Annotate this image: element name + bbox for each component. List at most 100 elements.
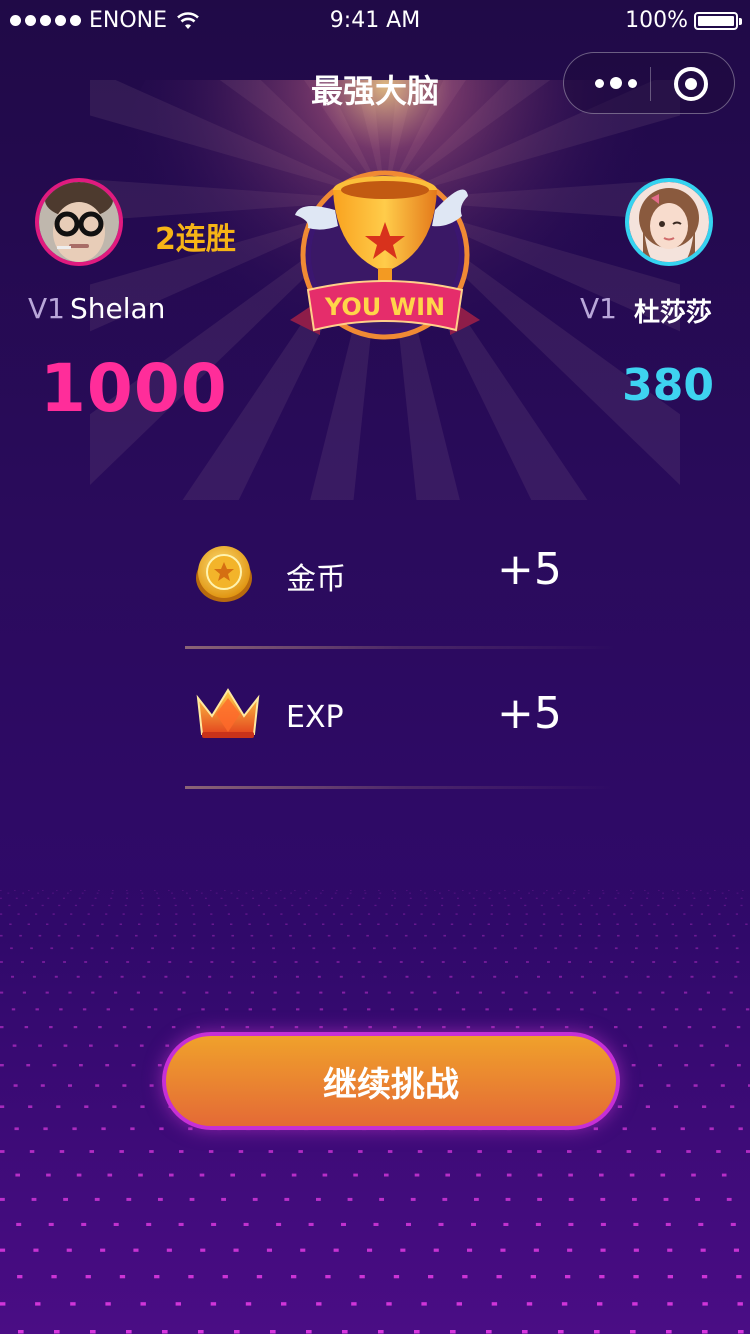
floor-dot — [661, 991, 665, 994]
floor-dot — [735, 913, 738, 915]
floor-dot — [490, 913, 493, 915]
floor-dot — [455, 913, 458, 915]
floor-dot — [91, 904, 94, 907]
floor-dot — [0, 934, 3, 937]
floor-dot — [598, 897, 601, 899]
floor-dot — [378, 897, 381, 899]
floor-dot — [245, 892, 248, 894]
floor-dot — [543, 892, 545, 894]
floor-dot — [238, 890, 240, 891]
floor-dot — [212, 934, 215, 937]
floor-dot — [428, 1275, 434, 1279]
floor-dot — [57, 934, 61, 937]
floor-dot — [317, 975, 321, 978]
floor-dot — [394, 897, 396, 899]
floor-dot — [56, 890, 58, 891]
floor-dot — [385, 913, 388, 915]
floor-dot — [334, 892, 337, 894]
floor-dot — [96, 892, 99, 894]
floor-dot — [188, 1127, 193, 1131]
floor-dot — [667, 1302, 673, 1306]
floor-dot — [100, 1248, 106, 1252]
floor-dot — [236, 897, 239, 899]
floor-dot — [500, 1248, 506, 1252]
floor-dot — [556, 1008, 560, 1011]
more-icon[interactable] — [586, 53, 646, 113]
floor-dot — [366, 934, 369, 937]
player1-score: 1000 — [40, 350, 228, 427]
floor-dot — [157, 1064, 162, 1067]
floor-dot — [350, 890, 352, 891]
floor-dot — [379, 1197, 384, 1201]
floor-dot — [211, 947, 215, 950]
floor-dot — [272, 947, 275, 950]
floor-dot — [275, 892, 278, 894]
floor-dot — [505, 961, 508, 963]
floor-dot — [82, 923, 86, 925]
floor-dot — [211, 923, 214, 925]
floor-dot — [567, 1150, 572, 1153]
floor-dot — [358, 1150, 363, 1153]
floor-dot — [483, 892, 486, 894]
floor-dot — [81, 1222, 87, 1226]
floor-dot — [407, 904, 410, 907]
coin-icon — [196, 546, 252, 602]
floor-dot — [690, 923, 693, 925]
floor-dot — [655, 947, 658, 950]
floor-dot — [560, 890, 562, 891]
floor-dot — [383, 975, 387, 978]
floor-dot — [648, 913, 651, 915]
floor-dot — [18, 1330, 24, 1334]
floor-dot — [158, 1197, 163, 1201]
player2-avatar — [625, 178, 713, 266]
floor-dot — [196, 890, 198, 891]
floor-dot — [285, 923, 288, 925]
player1-name: Shelan — [70, 292, 166, 325]
floor-dot — [42, 890, 44, 891]
floor-dot — [456, 991, 460, 994]
floor-dot — [461, 1008, 466, 1011]
floor-dot — [374, 904, 377, 907]
floor-dot — [221, 1026, 225, 1029]
floor-dot — [230, 923, 233, 925]
you-win-text: YOU WIN — [324, 293, 445, 321]
floor-dot — [410, 991, 414, 994]
floor-dot — [274, 975, 277, 978]
floor-dot — [442, 1026, 446, 1029]
floor-dot — [434, 890, 436, 891]
floor-dot — [432, 923, 435, 925]
floor-dot — [745, 1008, 750, 1011]
floor-dot — [188, 1275, 194, 1279]
floor-dot — [522, 1330, 528, 1334]
floor-dot — [192, 913, 195, 915]
floor-dot — [379, 892, 382, 894]
floor-dot — [200, 1248, 206, 1252]
continue-challenge-button[interactable]: 继续挑战 — [162, 1032, 620, 1130]
target-close-icon[interactable] — [672, 65, 710, 103]
floor-dot — [208, 1150, 214, 1153]
floor-dot — [671, 923, 674, 925]
floor-dot — [482, 934, 485, 937]
floor-dot — [420, 913, 423, 915]
floor-dot — [136, 991, 140, 994]
floor-dot — [651, 1008, 655, 1011]
floor-dot — [613, 913, 616, 915]
floor-dot — [583, 897, 585, 899]
floor-dot — [528, 892, 530, 894]
floor-dot — [547, 991, 551, 994]
floor-dot — [632, 1302, 638, 1306]
floor-dot — [730, 1105, 735, 1108]
floor-dot — [63, 1197, 68, 1201]
floor-dot — [105, 961, 109, 963]
floor-dot — [503, 1222, 509, 1226]
floor-dot — [450, 923, 454, 925]
floor-dot — [540, 1026, 544, 1029]
floor-dot — [81, 892, 84, 894]
floor-dot — [473, 913, 476, 915]
floor-dot — [105, 1302, 111, 1306]
floor-dot — [319, 1026, 323, 1029]
floor-dot — [638, 1026, 643, 1029]
floor-dot — [367, 913, 371, 915]
floor-dot — [230, 1173, 235, 1177]
floor-dot — [726, 1197, 732, 1201]
